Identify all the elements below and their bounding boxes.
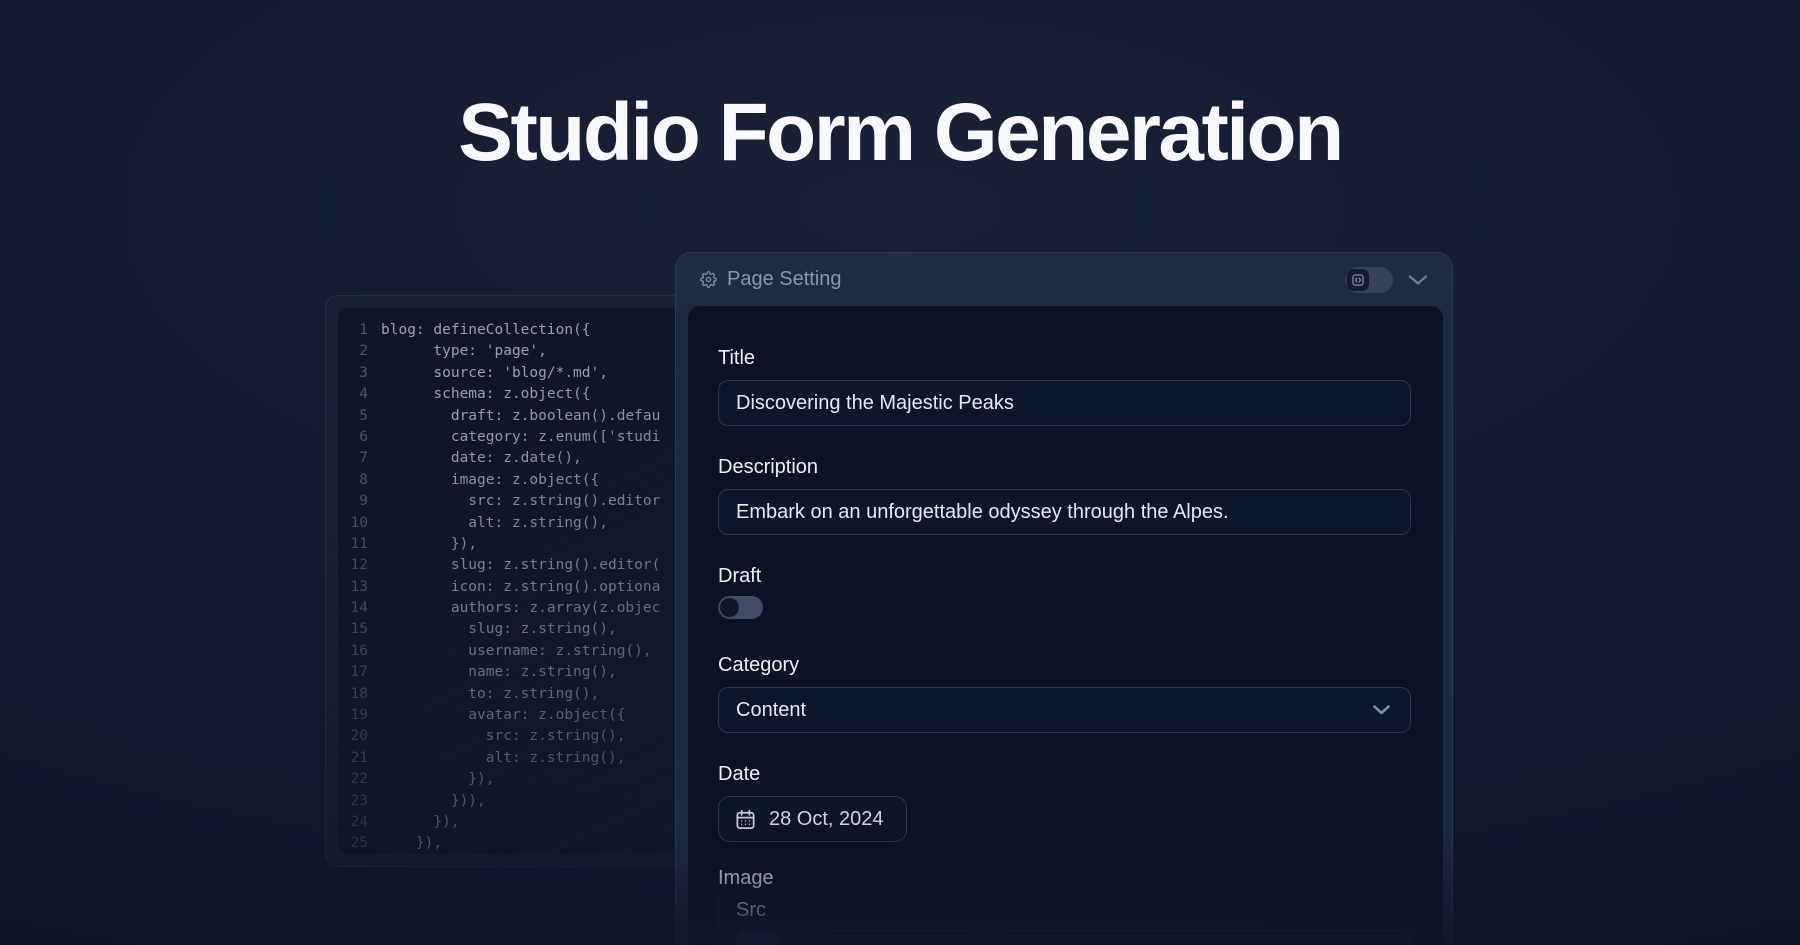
page: Studio Form Generation 1 blog: defineColl… (0, 0, 1800, 945)
line-number: 15 (346, 619, 368, 640)
line-number: 12 (346, 555, 368, 576)
date-field-group: Date 28 Oct, (718, 762, 1411, 842)
line-number: 16 (346, 641, 368, 662)
code-text: src: z.string(), (381, 726, 625, 747)
line-number: 24 (346, 812, 368, 833)
line-number: 6 (346, 427, 368, 448)
gear-icon (700, 271, 717, 288)
image-src-label: Src (736, 898, 1411, 922)
chevron-down-icon (1373, 705, 1390, 715)
form-body: Title Description Draft Category Content (688, 306, 1443, 945)
category-select[interactable]: Content (718, 687, 1411, 733)
line-number: 20 (346, 726, 368, 747)
line-number: 9 (346, 491, 368, 512)
code-text: draft: z.boolean().defau (381, 406, 660, 427)
page-setting-panel: Page Setting (675, 252, 1453, 945)
line-number: 23 (346, 791, 368, 812)
form-header: Page Setting (676, 253, 1452, 306)
title-input[interactable] (718, 380, 1411, 426)
code-text: username: z.string(), (381, 641, 652, 662)
line-number: 17 (346, 662, 368, 683)
calendar-icon (734, 808, 757, 831)
code-text: icon: z.string().optiona (381, 577, 660, 598)
line-number: 19 (346, 705, 368, 726)
image-field-group: Image Src (718, 866, 1411, 945)
draft-label: Draft (718, 564, 1411, 588)
category-field-group: Category Content (718, 653, 1411, 733)
date-value: 28 Oct, 2024 (769, 808, 884, 831)
code-text: alt: z.string(), (381, 748, 625, 769)
code-text: }), (381, 769, 495, 790)
description-field-group: Description (718, 455, 1411, 535)
description-label: Description (718, 455, 1411, 479)
code-text: type: 'page', (381, 341, 547, 362)
line-number: 8 (346, 470, 368, 491)
page-title: Studio Form Generation (0, 90, 1800, 176)
line-number: 21 (346, 748, 368, 769)
form-panel-title: Page Setting (727, 268, 842, 291)
description-input[interactable] (718, 489, 1411, 535)
code-text: blog: defineCollection({ (381, 320, 591, 341)
line-number: 4 (346, 384, 368, 405)
code-text: schema: z.object({ (381, 384, 591, 405)
code-text: category: z.enum(['studi (381, 427, 660, 448)
line-number: 5 (346, 406, 368, 427)
collapse-chevron-icon[interactable] (1408, 274, 1428, 286)
line-number: 3 (346, 363, 368, 384)
category-value: Content (736, 699, 806, 722)
code-text: alt: z.string(), (381, 513, 608, 534)
code-text: src: z.string().editor (381, 491, 660, 512)
line-number: 18 (346, 684, 368, 705)
line-number: 2 (346, 341, 368, 362)
code-text: slug: z.string().editor( (381, 555, 660, 576)
line-number: 13 (346, 577, 368, 598)
code-text: image: z.object({ (381, 470, 599, 491)
line-number: 1 (346, 320, 368, 341)
code-text: }), (381, 534, 477, 555)
header-actions (1345, 267, 1428, 293)
code-text: avatar: z.object({ (381, 705, 625, 726)
draft-toggle[interactable] (718, 596, 763, 619)
code-text: })), (381, 791, 486, 812)
image-thumbnail[interactable] (736, 930, 780, 945)
draft-field-group: Draft (718, 564, 1411, 619)
code-text: date: z.date(), (381, 448, 582, 469)
line-number: 25 (346, 833, 368, 854)
image-subfields: Src (718, 898, 1411, 945)
editor-mode-toggle[interactable] (1345, 267, 1393, 293)
line-number: 7 (346, 448, 368, 469)
category-label: Category (718, 653, 1411, 677)
image-src-input[interactable] (797, 930, 1411, 945)
line-number: 10 (346, 513, 368, 534)
toggle-knob (720, 598, 739, 617)
title-label: Title (718, 346, 1411, 370)
date-picker-button[interactable]: 28 Oct, 2024 (718, 796, 907, 842)
code-text: authors: z.array(z.objec (381, 598, 660, 619)
image-src-row (736, 930, 1411, 945)
date-label: Date (718, 762, 1411, 786)
code-text: slug: z.string(), (381, 619, 617, 640)
line-number: 14 (346, 598, 368, 619)
code-text: name: z.string(), (381, 662, 617, 683)
line-number: 11 (346, 534, 368, 555)
line-number: 22 (346, 769, 368, 790)
code-text: to: z.string(), (381, 684, 599, 705)
code-brackets-icon (1347, 269, 1369, 291)
code-text: }), (381, 833, 442, 854)
image-label: Image (718, 866, 1411, 890)
code-text: }), (381, 812, 460, 833)
title-field-group: Title (718, 346, 1411, 426)
code-text: source: 'blog/*.md', (381, 363, 608, 384)
